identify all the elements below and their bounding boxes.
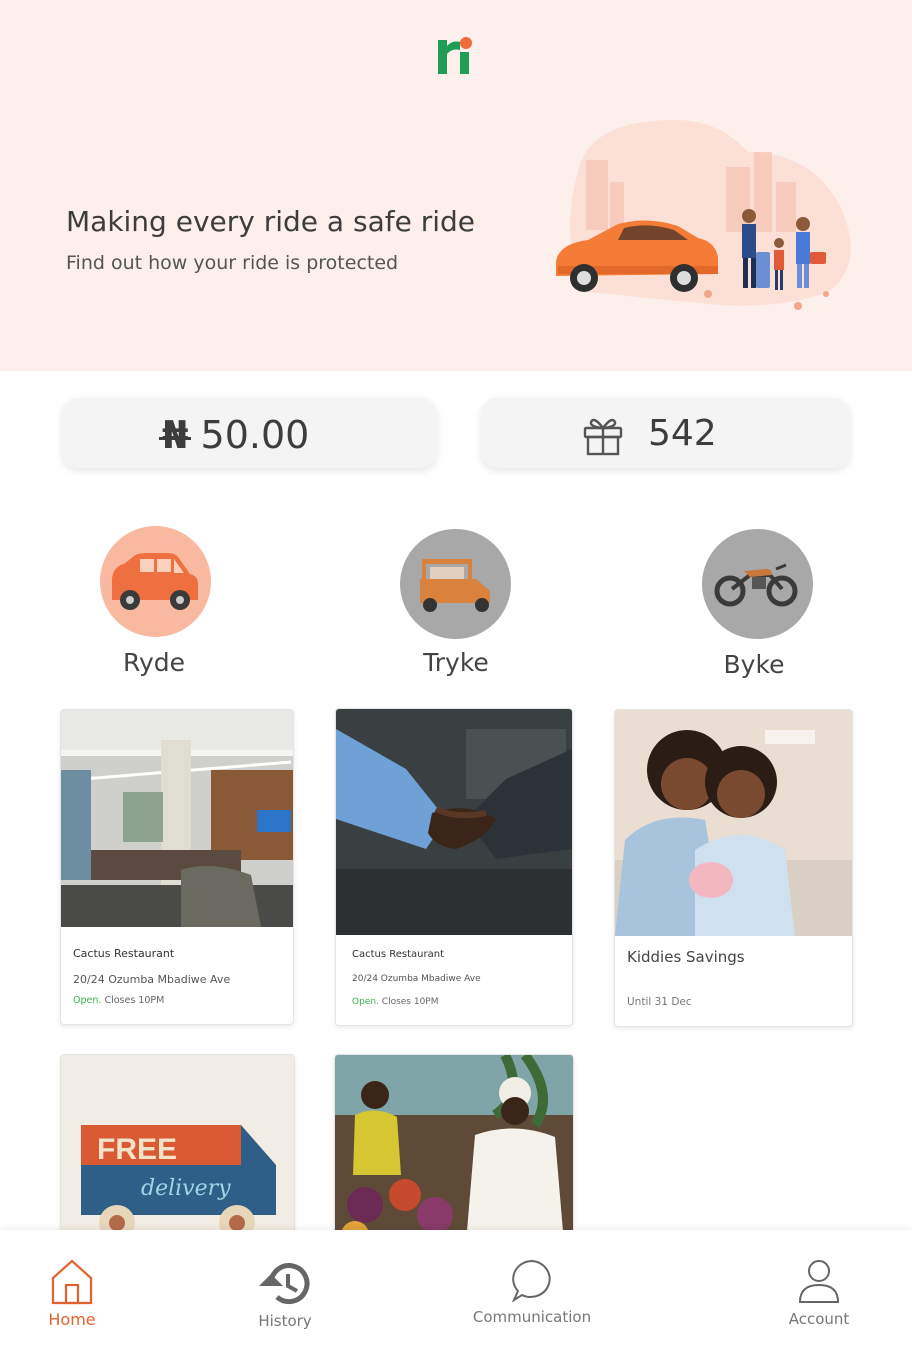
bottom-navigation: Home History Communication Account (0, 1230, 912, 1368)
chat-icon (511, 1259, 551, 1303)
hero-subtitle: Find out how your ride is protected (66, 252, 399, 274)
offer-card-restaurant-2[interactable]: Cactus Restaurant 20/24 Ozumba Mbadiwe A… (335, 708, 573, 1026)
offer-card-kiddies-savings[interactable]: Kiddies Savings Until 31 Dec (614, 709, 853, 1027)
svg-text:FREE: FREE (97, 1133, 177, 1166)
offer-address: 20/24 Ozumba Mbadiwe Ave (73, 973, 231, 986)
nav-communication[interactable]: Communication (462, 1258, 602, 1326)
hero-title: Making every ride a safe ride (66, 205, 476, 238)
gift-icon (583, 418, 623, 456)
offer-hours: Open. Closes 10PM (352, 997, 439, 1007)
user-icon (798, 1260, 840, 1303)
closing-time: Closes 10PM (381, 997, 439, 1007)
closing-time: Closes 10PM (104, 995, 165, 1006)
motorbike-icon (714, 563, 798, 607)
offer-card-restaurant[interactable]: Cactus Restaurant 20/24 Ozumba Mbadiwe A… (60, 709, 294, 1025)
offer-expiry: Until 31 Dec (627, 996, 692, 1008)
app-logo (438, 37, 472, 74)
free-delivery-image: FREE delivery (61, 1055, 294, 1255)
offer-title: Cactus Restaurant (352, 949, 445, 960)
svg-text:delivery: delivery (141, 1176, 231, 1201)
offer-title: Cactus Restaurant (73, 947, 175, 960)
offer-title: Kiddies Savings (627, 948, 745, 966)
tryke-option-button[interactable] (400, 529, 511, 639)
nav-home[interactable]: Home (22, 1258, 122, 1329)
tricycle-icon (420, 559, 490, 612)
market-image (335, 1055, 573, 1255)
nav-history[interactable]: History (235, 1260, 335, 1330)
wallet-amount: 50.00 (200, 413, 310, 457)
restaurant-image (61, 710, 293, 927)
reward-points-value: 542 (648, 413, 717, 454)
nav-home-label: Home (48, 1310, 96, 1329)
wallet-balance: ₦ 50.00 (162, 413, 309, 457)
nav-account-label: Account (788, 1310, 850, 1328)
savings-image (615, 710, 852, 936)
home-icon (51, 1259, 93, 1305)
offer-hours: Open. Closes 10PM (73, 995, 164, 1006)
nav-account[interactable]: Account (769, 1258, 869, 1328)
nav-communication-label: Communication (472, 1308, 592, 1326)
offer-card-free-delivery[interactable]: FREE delivery (60, 1054, 295, 1256)
ryde-label: Ryde (122, 648, 186, 677)
nav-history-label: History (258, 1312, 312, 1330)
handshake-image (336, 709, 572, 935)
ryde-option-button[interactable] (100, 526, 211, 637)
byke-label: Byke (723, 650, 785, 679)
ride-safety-illustration (556, 119, 851, 310)
car-icon (112, 553, 198, 610)
tryke-label: Tryke (423, 648, 489, 677)
offer-card-market[interactable] (334, 1054, 574, 1256)
naira-symbol: ₦ (162, 413, 189, 457)
open-status: Open. (352, 997, 379, 1007)
byke-option-button[interactable] (702, 529, 813, 639)
history-icon (259, 1263, 310, 1305)
offer-address: 20/24 Ozumba Mbadiwe Ave (352, 974, 481, 984)
open-status: Open. (73, 995, 102, 1006)
